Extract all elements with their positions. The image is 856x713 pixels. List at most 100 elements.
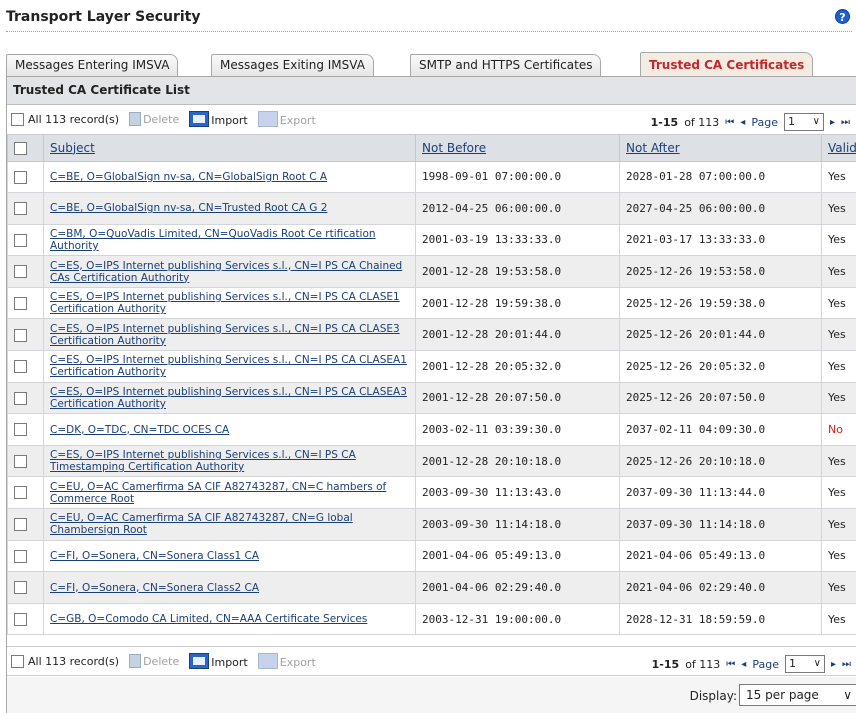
row-checkbox-cell [7, 286, 44, 320]
last-page-icon[interactable]: ⏭ [842, 659, 851, 670]
table-row[interactable]: C=ES, O=IPS Internet publishing Services… [7, 255, 856, 288]
export-button-bottom[interactable]: Export [257, 653, 316, 669]
next-page-icon[interactable]: ▸ [830, 117, 835, 128]
row-checkbox[interactable] [14, 360, 27, 374]
subject-link[interactable]: C=BE, O=GlobalSign nv-sa, CN=Trusted Roo… [50, 202, 409, 214]
row-checkbox[interactable] [14, 454, 27, 468]
subject-link[interactable]: C=BE, O=GlobalSign nv-sa, CN=GlobalSign … [50, 171, 409, 183]
subject-link[interactable]: C=DK, O=TDC, CN=TDC OCES CA [50, 424, 409, 436]
valid-cell: Yes [821, 223, 856, 257]
row-checkbox-cell [7, 223, 44, 257]
row-checkbox-cell [7, 318, 44, 352]
tab-trusted-ca-certificates[interactable]: Trusted CA Certificates [640, 52, 814, 76]
column-subject[interactable]: Subject [43, 135, 416, 162]
column-not-before[interactable]: Not Before [415, 135, 620, 162]
table-row[interactable]: C=ES, O=IPS Internet publishing Services… [7, 286, 856, 320]
subject-link[interactable]: C=ES, O=IPS Internet publishing Services… [50, 354, 409, 378]
table-row[interactable]: C=BM, O=QuoVadis Limited, CN=QuoVadis Ro… [7, 223, 856, 257]
subject-cell: C=EU, O=AC Camerfirma SA CIF A82743287, … [43, 476, 416, 510]
tab-messages-entering[interactable]: Messages Entering IMSVA [6, 54, 179, 76]
not-before-cell: 2001-12-28 20:07:50.0 [415, 381, 620, 415]
next-page-icon[interactable]: ▸ [831, 659, 836, 670]
table-row[interactable]: C=FI, O=Sonera, CN=Sonera Class2 CA 2001-… [7, 571, 856, 604]
column-subject-label[interactable]: Subject [50, 141, 95, 155]
table-row[interactable]: C=BE, O=GlobalSign nv-sa, CN=GlobalSign … [7, 160, 856, 194]
column-valid-label[interactable]: Valid [828, 141, 856, 155]
not-before-cell: 2012-04-25 06:00:00.0 [415, 192, 620, 225]
table-row[interactable]: C=EU, O=AC Camerfirma SA CIF A82743287, … [7, 508, 856, 541]
subject-link[interactable]: C=EU, O=AC Camerfirma SA CIF A82743287, … [50, 481, 409, 505]
table-header-row: Subject Not Before Not After Valid [7, 135, 856, 162]
trash-icon [129, 654, 142, 668]
column-not-after-label[interactable]: Not After [626, 141, 680, 155]
subject-link[interactable]: C=ES, O=IPS Internet publishing Services… [50, 386, 409, 410]
not-after-cell: 2028-12-31 18:59:59.0 [619, 602, 822, 636]
select-all-checkbox-bottom[interactable] [11, 654, 24, 668]
table-row[interactable]: C=DK, O=TDC, CN=TDC OCES CA 2003-02-11 03… [7, 413, 856, 446]
row-checkbox[interactable] [14, 581, 27, 595]
subject-link[interactable]: C=ES, O=IPS Internet publishing Services… [50, 449, 409, 473]
table-row[interactable]: C=EU, O=AC Camerfirma SA CIF A82743287, … [7, 476, 856, 510]
row-checkbox[interactable] [14, 518, 27, 532]
first-page-icon[interactable]: ⏮ [725, 117, 734, 128]
not-before-cell: 2003-12-31 19:00:00.0 [415, 602, 620, 636]
row-checkbox[interactable] [14, 328, 27, 342]
not-after-cell: 2021-04-06 05:49:13.0 [619, 539, 822, 573]
select-all-checkbox[interactable] [11, 112, 24, 126]
row-checkbox[interactable] [14, 233, 27, 247]
page-select[interactable]: 1 ∨ [783, 113, 824, 131]
import-label-bottom: Import [211, 656, 248, 669]
table-row[interactable]: C=GB, O=Comodo CA Limited, CN=AAA Certif… [7, 602, 856, 636]
row-checkbox[interactable] [14, 170, 27, 184]
row-checkbox[interactable] [14, 549, 27, 563]
row-checkbox[interactable] [14, 486, 27, 500]
column-not-before-label[interactable]: Not Before [422, 141, 486, 155]
page-select-bottom[interactable]: 1 ∨ [784, 655, 825, 673]
row-checkbox-cell [7, 539, 44, 573]
row-checkbox[interactable] [14, 202, 27, 216]
table-row[interactable]: C=BE, O=GlobalSign nv-sa, CN=Trusted Roo… [7, 192, 856, 225]
subject-link[interactable]: C=GB, O=Comodo CA Limited, CN=AAA Certif… [50, 613, 409, 625]
import-button[interactable]: Import [189, 111, 248, 127]
per-page-select[interactable]: 15 per page ∨ [739, 684, 856, 706]
delete-button-bottom[interactable]: Delete [129, 654, 179, 668]
table-row[interactable]: C=FI, O=Sonera, CN=Sonera Class1 CA 2001-… [7, 539, 856, 573]
subject-link[interactable]: C=EU, O=AC Camerfirma SA CIF A82743287, … [50, 512, 409, 536]
not-before-cell: 2003-02-11 03:39:30.0 [415, 413, 620, 446]
prev-page-icon[interactable]: ◂ [740, 117, 745, 128]
row-checkbox[interactable] [14, 612, 27, 626]
tab-messages-exiting[interactable]: Messages Exiting IMSVA [211, 54, 374, 76]
subject-link[interactable]: C=ES, O=IPS Internet publishing Services… [50, 291, 409, 315]
subject-link[interactable]: C=ES, O=IPS Internet publishing Services… [50, 323, 409, 347]
help-icon[interactable]: ? [835, 9, 850, 24]
import-button-bottom[interactable]: Import [189, 653, 248, 669]
column-not-after[interactable]: Not After [619, 135, 822, 162]
tab-smtp-https-certificates[interactable]: SMTP and HTTPS Certificates [410, 54, 602, 76]
subject-cell: C=BE, O=GlobalSign nv-sa, CN=GlobalSign … [43, 160, 416, 194]
delete-button[interactable]: Delete [129, 112, 179, 126]
table-row[interactable]: C=ES, O=IPS Internet publishing Services… [7, 381, 856, 415]
table-row[interactable]: C=ES, O=IPS Internet publishing Services… [7, 350, 856, 383]
first-page-icon[interactable]: ⏮ [726, 659, 735, 670]
table-row[interactable]: C=ES, O=IPS Internet publishing Services… [7, 318, 856, 352]
delete-label-bottom: Delete [143, 655, 180, 668]
tab-bar: Messages Entering IMSVA Messages Exiting… [6, 52, 856, 76]
table-row[interactable]: C=ES, O=IPS Internet publishing Services… [7, 444, 856, 478]
not-after-cell: 2025-12-26 20:10:18.0 [619, 444, 822, 478]
row-checkbox[interactable] [14, 391, 27, 405]
prev-page-icon[interactable]: ◂ [741, 659, 746, 670]
row-checkbox[interactable] [14, 423, 27, 437]
subject-link[interactable]: C=ES, O=IPS Internet publishing Services… [50, 260, 409, 284]
subject-link[interactable]: C=BM, O=QuoVadis Limited, CN=QuoVadis Ro… [50, 228, 409, 252]
export-button[interactable]: Export [257, 111, 316, 127]
header-checkbox[interactable] [14, 141, 27, 155]
row-checkbox[interactable] [14, 296, 27, 310]
subject-link[interactable]: C=FI, O=Sonera, CN=Sonera Class1 CA [50, 550, 409, 562]
column-valid[interactable]: Valid [821, 135, 856, 162]
last-page-icon[interactable]: ⏭ [841, 117, 850, 128]
subject-cell: C=BM, O=QuoVadis Limited, CN=QuoVadis Ro… [43, 223, 416, 257]
subject-link[interactable]: C=FI, O=Sonera, CN=Sonera Class2 CA [50, 582, 409, 594]
panel-title: Trusted CA Certificate List [7, 77, 856, 105]
valid-cell: Yes [821, 350, 856, 383]
row-checkbox[interactable] [14, 265, 27, 279]
